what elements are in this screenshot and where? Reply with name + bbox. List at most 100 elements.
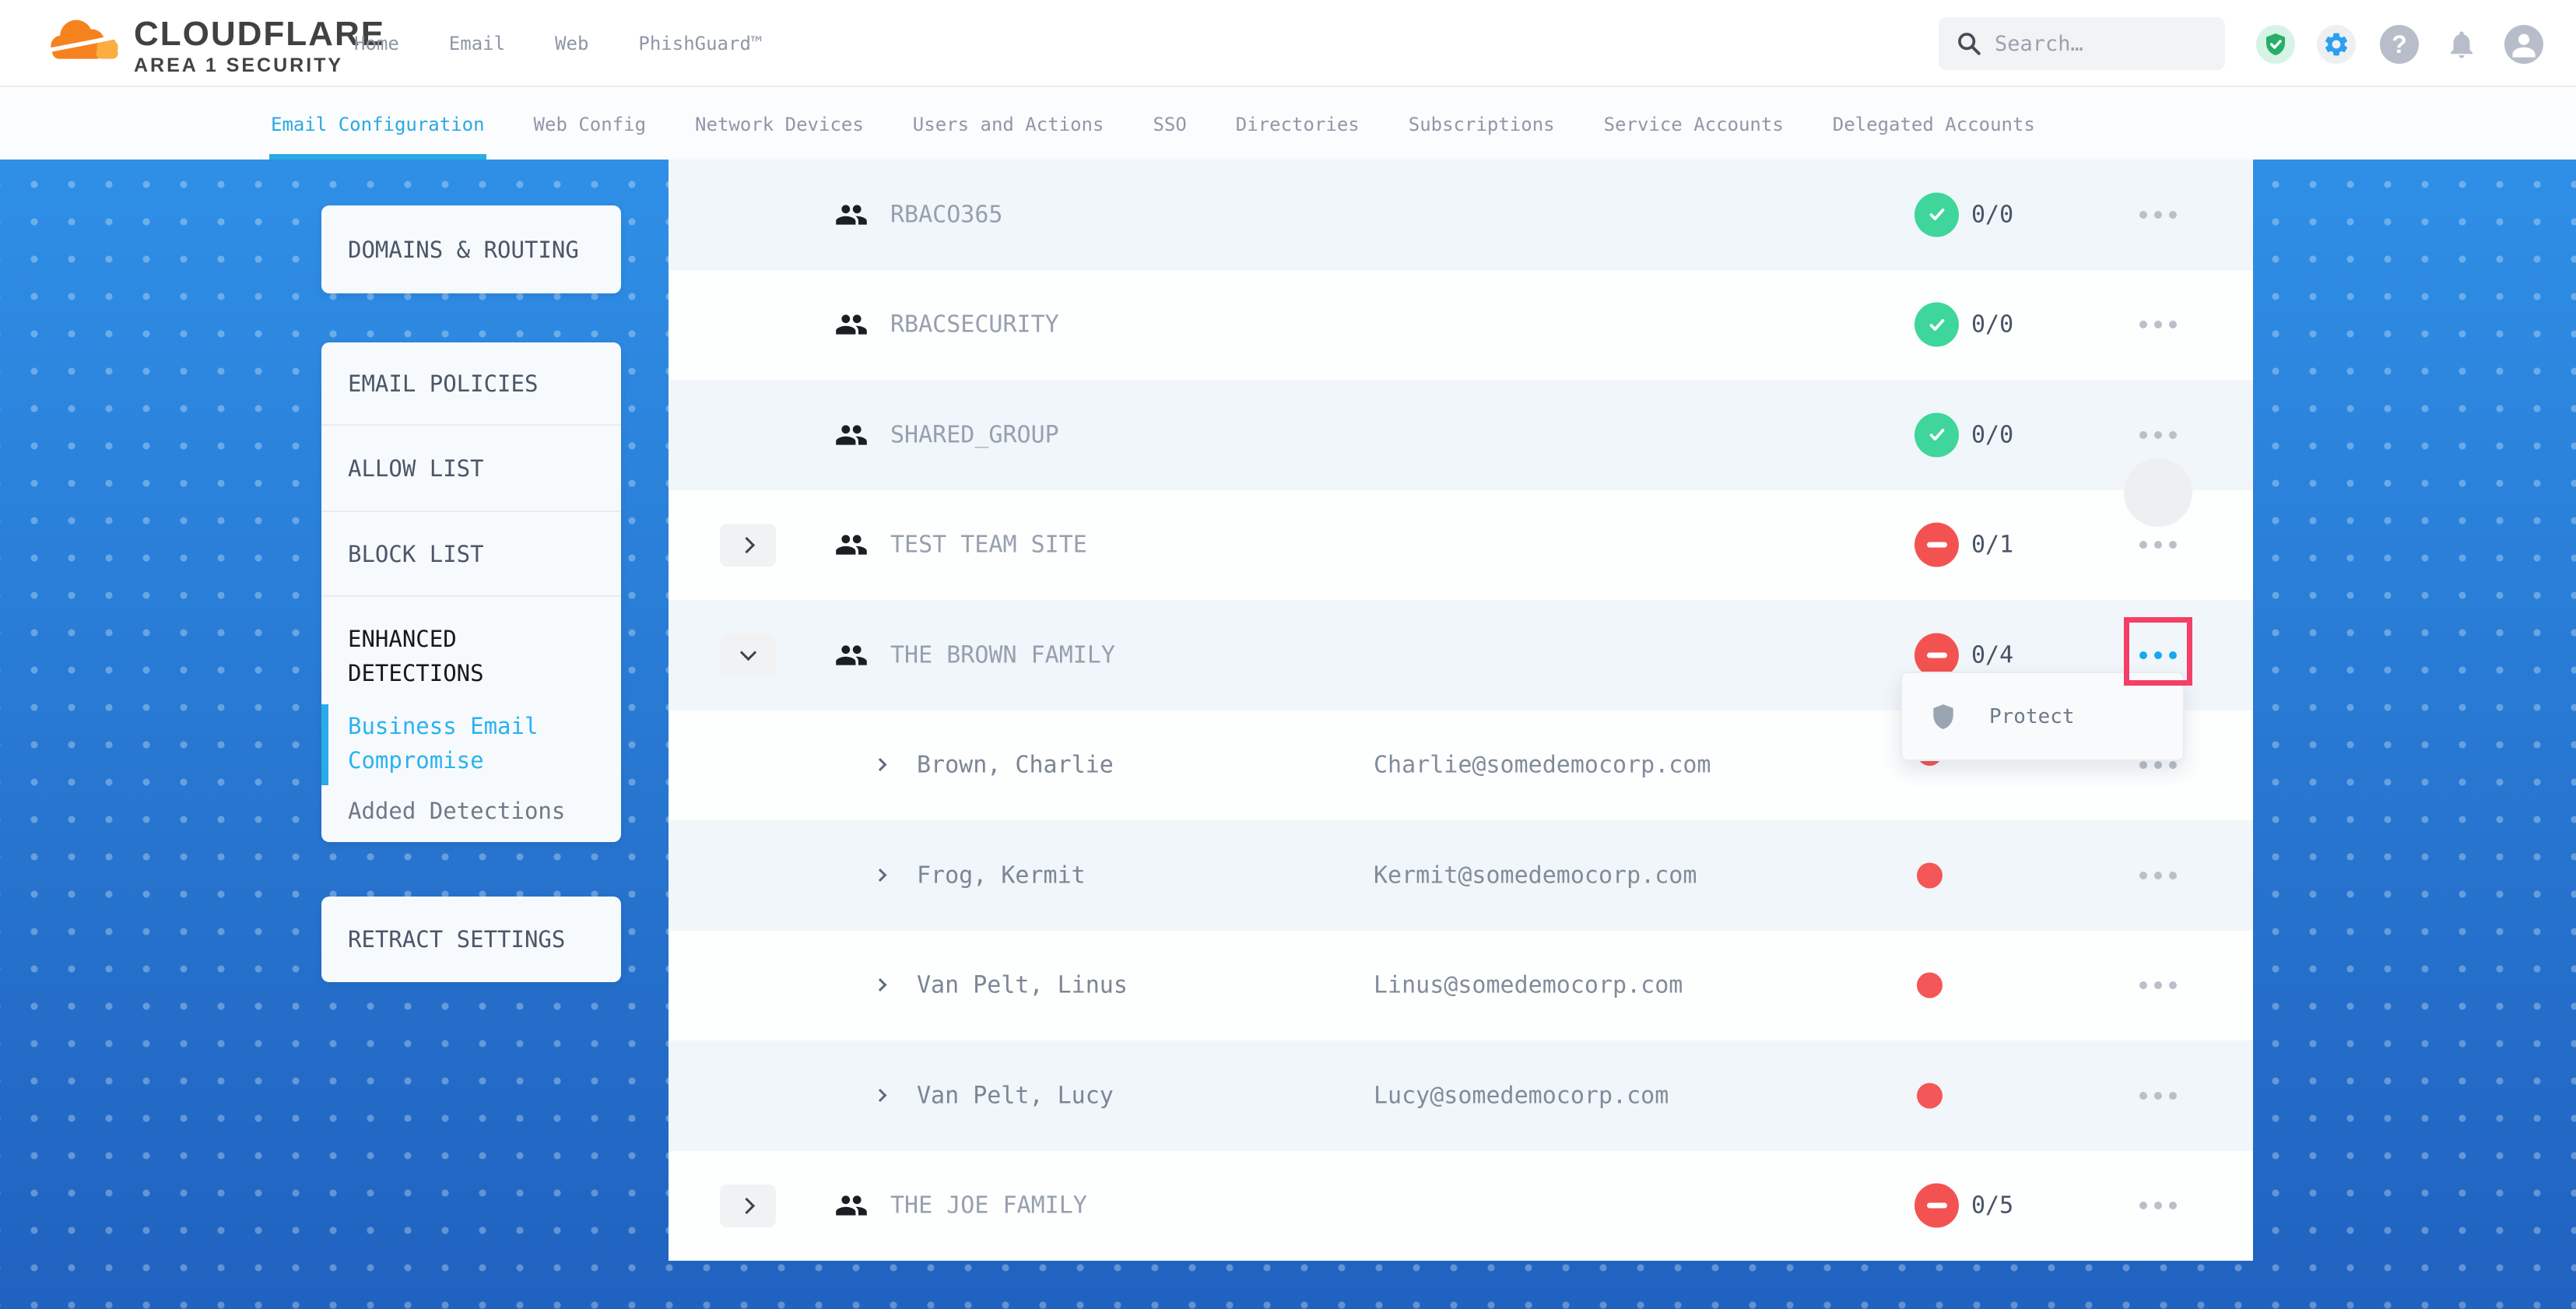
nav-item-email[interactable]: Email	[449, 33, 505, 54]
tab-web-config[interactable]: Web Config	[534, 89, 647, 160]
section-tab-bar: Email Configuration Web Config Network D…	[0, 89, 2576, 160]
protection-count: 0/0	[1971, 311, 2013, 339]
group-name[interactable]: RBACO365	[890, 201, 1003, 228]
row-menu-button[interactable]	[2119, 931, 2197, 1041]
tab-sso[interactable]: SSO	[1153, 89, 1186, 160]
row-menu-button[interactable]	[2119, 1041, 2197, 1151]
chevron-right-icon	[874, 1089, 887, 1102]
tab-delegated-accounts[interactable]: Delegated Accounts	[1833, 89, 2035, 160]
member-email: Lucy@somedemocorp.com	[1374, 1082, 1669, 1109]
protection-count: 0/0	[1971, 421, 2013, 448]
sidebar-item-email-policies[interactable]: EMAIL POLICIES	[321, 342, 621, 424]
sidebar-item-added-detections[interactable]: Added Detections	[348, 798, 595, 824]
nav-item-phishguard[interactable]: PhishGuard™	[638, 33, 762, 54]
status-badge-fail	[1914, 1184, 1959, 1228]
status-badge-pass	[1914, 303, 1959, 347]
settings-gear-icon[interactable]	[2317, 25, 2356, 64]
chevron-right-icon	[874, 758, 887, 771]
collapse-row-button[interactable]	[720, 633, 776, 676]
tab-email-configuration[interactable]: Email Configuration	[271, 89, 485, 160]
status-dot-fail	[1917, 862, 1943, 888]
member-email: Charlie@somedemocorp.com	[1374, 752, 1711, 779]
row-menu-button[interactable]	[2119, 1151, 2197, 1262]
search-icon	[1956, 30, 1982, 57]
tab-network-devices[interactable]: Network Devices	[695, 89, 864, 160]
nav-item-web[interactable]: Web	[555, 33, 588, 54]
search-bar[interactable]	[1939, 17, 2225, 70]
chevron-down-icon	[739, 644, 756, 661]
group-name[interactable]: TEST TEAM SITE	[890, 532, 1087, 559]
table-row-group: TEST TEAM SITE 0/1	[669, 490, 2253, 601]
sidebar-item-allow-list[interactable]: ALLOW LIST	[321, 424, 621, 511]
tab-service-accounts[interactable]: Service Accounts	[1604, 89, 1784, 160]
group-icon	[834, 531, 869, 559]
group-icon	[834, 421, 869, 449]
shield-check-icon[interactable]	[2256, 25, 2295, 64]
sidebar-item-retract-settings[interactable]: RETRACT SETTINGS	[321, 897, 621, 982]
sidebar-group-enhanced-detections: ENHANCED DETECTIONS Business Email Compr…	[321, 595, 621, 842]
table-row-member: Van Pelt, Linus Linus@somedemocorp.com	[669, 931, 2253, 1041]
chevron-right-icon	[874, 978, 887, 991]
brand-subtitle: AREA 1 SECURITY	[134, 54, 385, 77]
annotation-highlight-box	[2124, 617, 2192, 686]
row-menu-button[interactable]	[2119, 160, 2197, 270]
sidebar-policies-card: EMAIL POLICIES ALLOW LIST BLOCK LIST ENH…	[321, 342, 621, 842]
cloudflare-logo[interactable]: CLOUDFLARE AREA 1 SECURITY	[45, 12, 385, 77]
member-email: Kermit@somedemocorp.com	[1374, 862, 1697, 889]
member-name[interactable]: Brown, Charlie	[917, 752, 1114, 779]
sidebar-label: BLOCK LIST	[348, 541, 484, 567]
context-menu-item-protect[interactable]: Protect	[1989, 705, 2075, 728]
group-name[interactable]: THE JOE FAMILY	[890, 1192, 1087, 1220]
tab-users-and-actions[interactable]: Users and Actions	[913, 89, 1104, 160]
menu-button-hover-background	[2124, 458, 2192, 527]
sidebar-label: EMAIL POLICIES	[348, 370, 538, 397]
status-badge-pass	[1914, 412, 1959, 457]
protection-count: 0/4	[1971, 641, 2013, 669]
primary-nav: Home Email Web PhishGuard™	[354, 0, 762, 87]
chevron-right-icon	[738, 536, 754, 553]
sidebar-item-enhanced-detections[interactable]: ENHANCED DETECTIONS	[348, 622, 595, 690]
status-dot-fail	[1917, 973, 1943, 998]
sidebar-item-block-list[interactable]: BLOCK LIST	[321, 511, 621, 595]
directory-table: RBACO365 0/0 RBACSECURITY 0/0 SHARED_G	[669, 160, 2253, 1261]
group-icon	[834, 641, 869, 669]
table-row-group: SHARED_GROUP 0/0	[669, 380, 2253, 490]
table-row-group: RBACSECURITY 0/0	[669, 270, 2253, 381]
group-name[interactable]: THE BROWN FAMILY	[890, 641, 1115, 669]
table-row-group: RBACO365 0/0	[669, 160, 2253, 270]
member-name[interactable]: Van Pelt, Linus	[917, 972, 1128, 999]
search-input[interactable]	[1995, 32, 2205, 56]
sidebar-label: ALLOW LIST	[348, 455, 484, 482]
sidebar-label: RETRACT SETTINGS	[348, 926, 565, 953]
row-menu-button[interactable]	[2119, 270, 2197, 381]
group-icon	[834, 1191, 869, 1220]
app-window: CLOUDFLARE AREA 1 SECURITY Home Email We…	[0, 0, 2576, 1309]
member-name[interactable]: Van Pelt, Lucy	[917, 1082, 1114, 1109]
group-icon	[834, 311, 869, 339]
protection-count: 0/5	[1971, 1192, 2013, 1220]
expand-row-button[interactable]	[720, 1184, 776, 1227]
tab-subscriptions[interactable]: Subscriptions	[1409, 89, 1555, 160]
member-name[interactable]: Frog, Kermit	[917, 862, 1086, 889]
table-row-group: THE JOE FAMILY 0/5	[669, 1151, 2253, 1262]
status-badge-pass	[1914, 192, 1959, 237]
user-profile-icon[interactable]	[2504, 25, 2543, 64]
tab-directories[interactable]: Directories	[1236, 89, 1360, 160]
help-icon[interactable]: ?	[2380, 25, 2419, 64]
sidebar-item-domains-routing[interactable]: DOMAINS & ROUTING	[321, 205, 621, 293]
top-header: CLOUDFLARE AREA 1 SECURITY Home Email We…	[0, 0, 2576, 87]
group-name[interactable]: RBACSECURITY	[890, 311, 1059, 339]
row-menu-button[interactable]	[2119, 820, 2197, 931]
chevron-right-icon	[738, 1197, 754, 1213]
sidebar-label: DOMAINS & ROUTING	[348, 237, 579, 263]
cloudflare-cloud-icon	[45, 12, 123, 68]
notifications-bell-icon[interactable]	[2442, 25, 2481, 64]
status-dot-fail	[1917, 1083, 1943, 1108]
nav-item-home[interactable]: Home	[354, 33, 399, 54]
sidebar-item-business-email-compromise[interactable]: Business Email Compromise	[348, 709, 595, 777]
group-name[interactable]: SHARED_GROUP	[890, 421, 1059, 448]
protection-count: 0/1	[1971, 532, 2013, 559]
protection-count: 0/0	[1971, 201, 2013, 228]
expand-row-button[interactable]	[720, 524, 776, 567]
status-badge-fail	[1914, 523, 1959, 567]
